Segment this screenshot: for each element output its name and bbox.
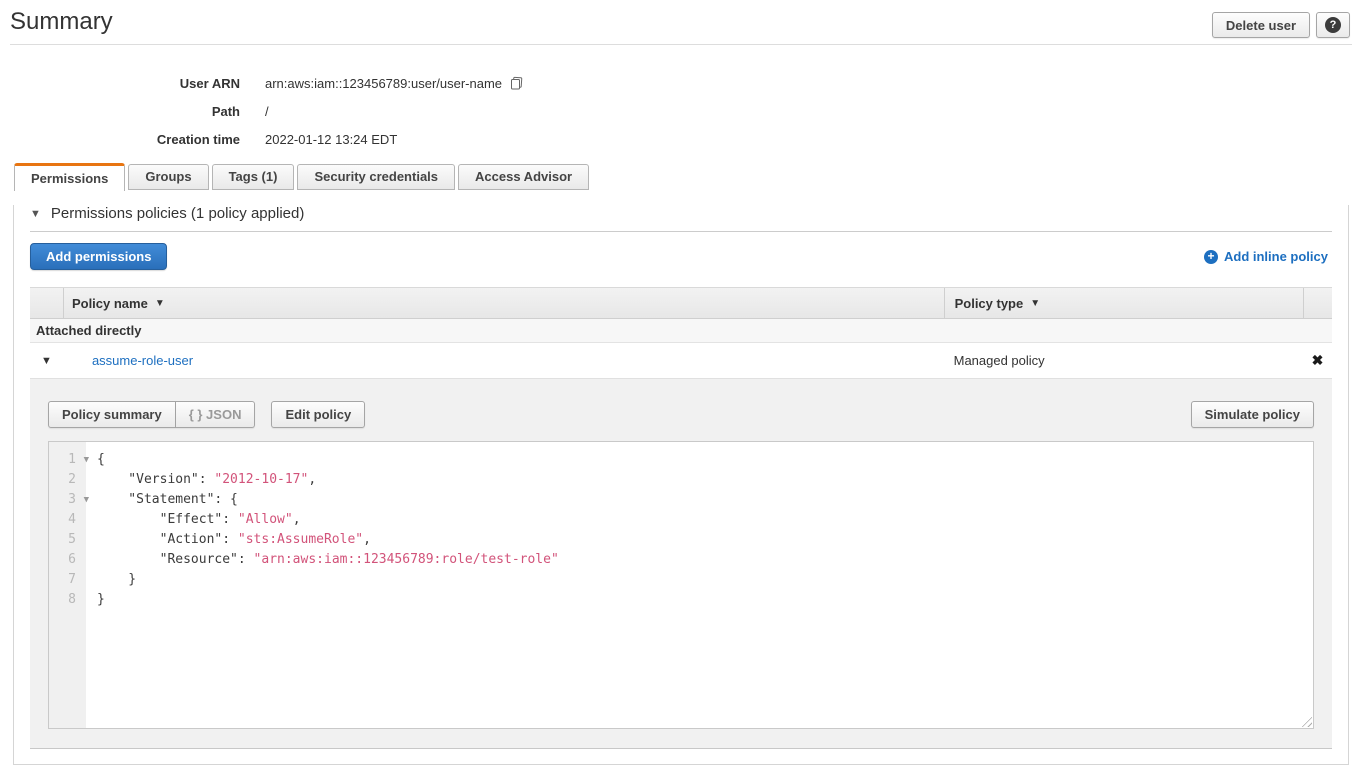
table-header-row: Policy name ▼ Policy type ▼ bbox=[30, 287, 1332, 319]
page-title: Summary bbox=[10, 6, 113, 36]
policy-type-cell: Managed policy bbox=[944, 353, 1303, 368]
code-line: "Action": "sts:AssumeRole", bbox=[97, 530, 559, 550]
permissions-policies-section-header[interactable]: ▼ Permissions policies (1 policy applied… bbox=[30, 205, 1332, 222]
row-expander-arrow-icon[interactable]: ▼ bbox=[30, 355, 63, 367]
policy-name-link[interactable]: assume-role-user bbox=[92, 353, 193, 368]
path-label: Path bbox=[0, 104, 240, 119]
action-header-cell bbox=[1303, 288, 1332, 318]
editor-code: { "Version": "2012-10-17", "Statement": … bbox=[86, 442, 559, 728]
header-actions: Delete user ? bbox=[1212, 12, 1350, 38]
user-arn-label: User ARN bbox=[0, 76, 240, 91]
gutter-line-number: 7 bbox=[49, 570, 86, 590]
collapse-arrow-icon: ▼ bbox=[30, 208, 41, 220]
tab-access-advisor[interactable]: Access Advisor bbox=[458, 164, 589, 190]
copy-icon[interactable] bbox=[509, 76, 524, 91]
policy-detail-area: Policy summary { } JSON Edit policy Simu… bbox=[30, 379, 1332, 749]
delete-user-button[interactable]: Delete user bbox=[1212, 12, 1310, 38]
user-arn-row: User ARN arn:aws:iam::123456789:user/use… bbox=[0, 69, 1362, 97]
json-view-button[interactable]: { } JSON bbox=[176, 401, 256, 428]
policy-json-editor[interactable]: 1▼23▼45678 { "Version": "2012-10-17", "S… bbox=[48, 441, 1314, 729]
fold-arrow-icon[interactable]: ▼ bbox=[84, 490, 89, 510]
attached-directly-group-row: Attached directly bbox=[30, 319, 1332, 343]
gutter-line-number: 4 bbox=[49, 510, 86, 530]
policy-view-toggle: Policy summary { } JSON bbox=[48, 401, 255, 428]
gutter-line-number: 5 bbox=[49, 530, 86, 550]
policy-type-header[interactable]: Policy type ▼ bbox=[944, 288, 1303, 318]
title-divider bbox=[10, 44, 1352, 45]
code-line: "Statement": { bbox=[97, 490, 559, 510]
policy-actions-row: Add permissions + Add inline policy bbox=[30, 243, 1332, 270]
permissions-tab-panel: ▼ Permissions policies (1 policy applied… bbox=[13, 205, 1349, 765]
code-line: } bbox=[97, 590, 559, 610]
policy-detail-buttons: Policy summary { } JSON Edit policy Simu… bbox=[48, 401, 1314, 428]
expander-header-cell bbox=[30, 288, 63, 318]
section-divider bbox=[30, 231, 1332, 232]
tab-groups[interactable]: Groups bbox=[128, 164, 208, 190]
code-line: "Resource": "arn:aws:iam::123456789:role… bbox=[97, 550, 559, 570]
creation-time-label: Creation time bbox=[0, 132, 240, 147]
gutter-line-number: 8 bbox=[49, 590, 86, 610]
question-mark-icon: ? bbox=[1325, 17, 1341, 33]
tab-security-credentials[interactable]: Security credentials bbox=[297, 164, 455, 190]
policy-table: Policy name ▼ Policy type ▼ Attached dir… bbox=[30, 287, 1332, 749]
user-info-section: User ARN arn:aws:iam::123456789:user/use… bbox=[0, 69, 1362, 153]
code-line: } bbox=[97, 570, 559, 590]
gutter-line-number: 3▼ bbox=[49, 490, 86, 510]
simulate-policy-button[interactable]: Simulate policy bbox=[1191, 401, 1314, 428]
fold-arrow-icon[interactable]: ▼ bbox=[84, 450, 89, 470]
edit-policy-button[interactable]: Edit policy bbox=[271, 401, 365, 428]
policy-table-row: ▼ assume-role-user Managed policy ✖ bbox=[30, 343, 1332, 379]
path-value: / bbox=[265, 104, 269, 119]
code-line: "Version": "2012-10-17", bbox=[97, 470, 559, 490]
editor-resize-handle[interactable] bbox=[1299, 714, 1312, 727]
policy-name-cell: assume-role-user bbox=[63, 353, 944, 368]
help-button[interactable]: ? bbox=[1316, 12, 1350, 38]
editor-gutter: 1▼23▼45678 bbox=[49, 442, 86, 728]
code-line: "Effect": "Allow", bbox=[97, 510, 559, 530]
add-permissions-button[interactable]: Add permissions bbox=[30, 243, 167, 270]
user-arn-value: arn:aws:iam::123456789:user/user-name bbox=[265, 76, 524, 91]
gutter-line-number: 6 bbox=[49, 550, 86, 570]
remove-policy-icon[interactable]: ✖ bbox=[1312, 352, 1324, 368]
tab-permissions[interactable]: Permissions bbox=[14, 163, 125, 191]
plus-circle-icon: + bbox=[1204, 250, 1218, 264]
creation-time-value: 2022-01-12 13:24 EDT bbox=[265, 132, 397, 147]
tab-bar: Permissions Groups Tags (1) Security cre… bbox=[14, 163, 1348, 190]
gutter-line-number: 2 bbox=[49, 470, 86, 490]
add-inline-policy-link[interactable]: + Add inline policy bbox=[1204, 249, 1328, 264]
sort-arrow-icon: ▼ bbox=[155, 298, 165, 309]
creation-time-row: Creation time 2022-01-12 13:24 EDT bbox=[0, 125, 1362, 153]
policy-action-cell: ✖ bbox=[1303, 353, 1332, 368]
path-row: Path / bbox=[0, 97, 1362, 125]
header: Summary Delete user ? bbox=[0, 0, 1362, 38]
policy-summary-button[interactable]: Policy summary bbox=[48, 401, 176, 428]
section-title: Permissions policies (1 policy applied) bbox=[51, 205, 304, 222]
sort-arrow-icon: ▼ bbox=[1030, 298, 1040, 309]
gutter-line-number: 1▼ bbox=[49, 450, 86, 470]
policy-name-header[interactable]: Policy name ▼ bbox=[63, 288, 944, 318]
code-line: { bbox=[97, 450, 559, 470]
tab-tags[interactable]: Tags (1) bbox=[212, 164, 295, 190]
